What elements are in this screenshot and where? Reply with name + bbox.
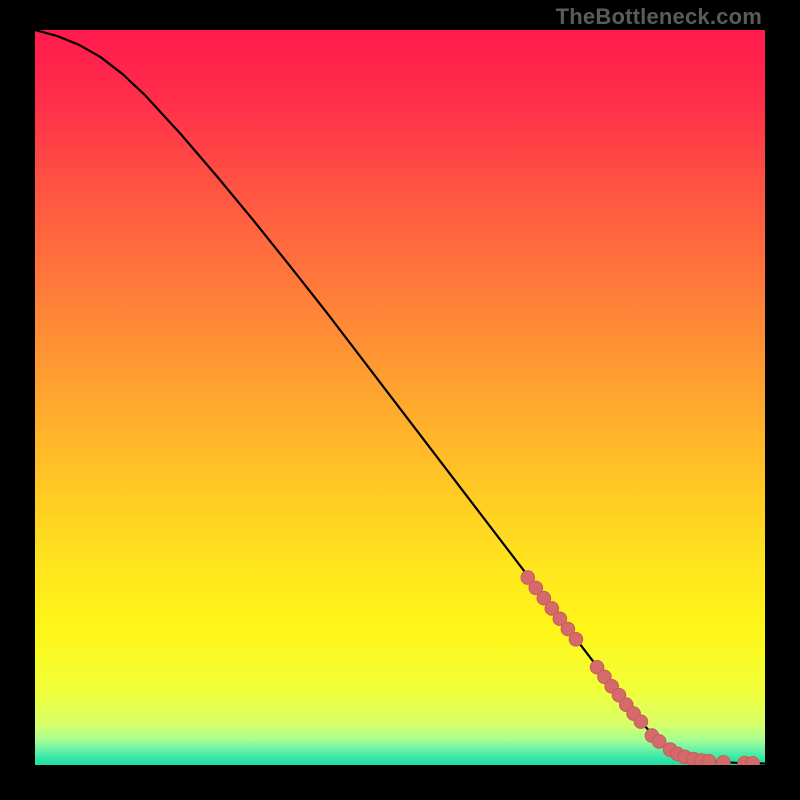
plot-area xyxy=(35,30,765,765)
watermark-text: TheBottleneck.com xyxy=(556,4,762,30)
chart-frame: TheBottleneck.com xyxy=(0,0,800,800)
data-marker xyxy=(634,715,648,729)
chart-svg xyxy=(35,30,765,765)
gradient-background xyxy=(35,30,765,765)
data-marker xyxy=(569,633,583,647)
data-marker xyxy=(702,755,716,765)
data-marker xyxy=(717,756,731,765)
